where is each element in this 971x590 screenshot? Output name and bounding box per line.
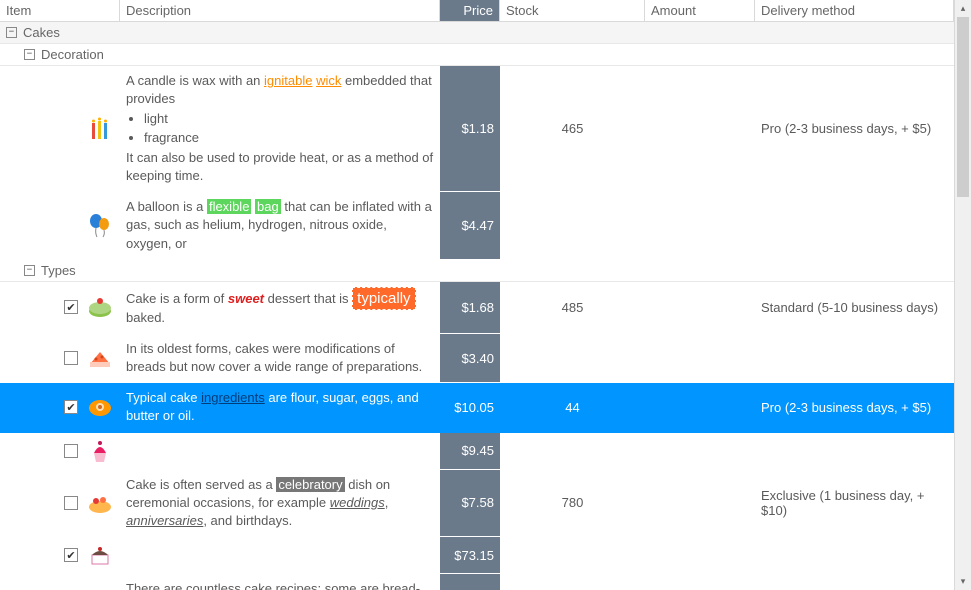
cupcake-icon xyxy=(86,437,114,465)
header-description[interactable]: Description xyxy=(120,0,440,21)
vertical-scrollbar[interactable]: ▴ ▾ xyxy=(954,0,971,590)
table-row[interactable]: ✔ $73.15 xyxy=(0,537,954,574)
description-cell: In its oldest forms, cakes were modifica… xyxy=(120,334,440,382)
header-delivery[interactable]: Delivery method xyxy=(755,0,954,21)
minus-icon[interactable]: − xyxy=(24,49,35,60)
link-wick[interactable]: wick xyxy=(316,73,341,88)
price-cell: $4.47 xyxy=(440,192,500,259)
table-row[interactable]: ✔ Cake is a form of sweet dessert that i… xyxy=(0,282,954,334)
price-cell: $73.15 xyxy=(440,537,500,573)
price-cell: $24.62 xyxy=(440,574,500,590)
minus-icon[interactable]: − xyxy=(6,27,17,38)
group-label: Cakes xyxy=(23,25,60,40)
candles-icon xyxy=(86,115,114,143)
stock-cell: 485 xyxy=(500,282,645,333)
table-row[interactable]: A candle is wax with an ignitable wick e… xyxy=(0,66,954,192)
group-label: Types xyxy=(41,263,76,278)
table-row[interactable]: $9.45 xyxy=(0,433,954,470)
description-cell: Cake is a form of sweet dessert that is … xyxy=(120,282,440,333)
delivery-cell: Pro (2-3 business days, + $5) xyxy=(755,383,954,431)
header-amount[interactable]: Amount xyxy=(645,0,755,21)
cake-slice-icon xyxy=(86,344,114,372)
header-price[interactable]: Price xyxy=(440,0,500,21)
table-row[interactable]: A balloon is a flexible bag that can be … xyxy=(0,192,954,260)
checkbox[interactable]: ✔ xyxy=(64,548,78,562)
stock-cell: 44 xyxy=(500,383,645,431)
minus-icon[interactable]: − xyxy=(24,265,35,276)
stock-cell: 465 xyxy=(500,66,645,191)
checkbox[interactable]: ✔ xyxy=(64,400,78,414)
delivery-cell: Pro (2-3 business days, + $5) xyxy=(755,66,954,191)
price-cell: $10.05 xyxy=(440,383,500,431)
delivery-cell: Standard (5-10 business days) xyxy=(755,574,954,590)
table-row[interactable]: There are countless cake recipes; some a… xyxy=(0,574,954,590)
scroll-up-icon[interactable]: ▴ xyxy=(955,0,971,17)
group-cakes[interactable]: − Cakes xyxy=(0,22,954,44)
scroll-thumb[interactable] xyxy=(957,17,969,197)
description-cell: A balloon is a flexible bag that can be … xyxy=(120,192,440,259)
cake-icon xyxy=(86,293,114,321)
checkbox[interactable] xyxy=(64,351,78,365)
price-cell: $1.18 xyxy=(440,66,500,191)
stock-cell: 780 xyxy=(500,470,645,537)
fruit-cake-icon xyxy=(86,489,114,517)
checkbox[interactable] xyxy=(64,496,78,510)
description-cell: Typical cake ingredients are flour, suga… xyxy=(120,383,440,431)
price-cell: $1.68 xyxy=(440,282,500,333)
link-ingredients[interactable]: ingredients xyxy=(201,390,265,405)
price-cell: $7.58 xyxy=(440,470,500,537)
amount-cell xyxy=(645,66,755,191)
checkbox[interactable] xyxy=(64,444,78,458)
stock-cell: 541 xyxy=(500,574,645,590)
choc-cake-icon xyxy=(86,541,114,569)
column-header-row: Item Description Price Stock Amount Deli… xyxy=(0,0,954,22)
checkbox[interactable]: ✔ xyxy=(64,300,78,314)
header-item[interactable]: Item xyxy=(0,0,120,21)
description-cell: There are countless cake recipes; some a… xyxy=(120,574,440,590)
header-stock[interactable]: Stock xyxy=(500,0,645,21)
delivery-cell: Standard (5-10 business days) xyxy=(755,282,954,333)
table-row[interactable]: Cake is often served as a celebratory di… xyxy=(0,470,954,538)
scroll-down-icon[interactable]: ▾ xyxy=(955,573,971,590)
description-cell: Cake is often served as a celebratory di… xyxy=(120,470,440,537)
balloons-icon xyxy=(86,211,114,239)
table-row-selected[interactable]: ✔ Typical cake ingredients are flour, su… xyxy=(0,383,954,432)
price-cell: $9.45 xyxy=(440,433,500,469)
group-types[interactable]: − Types xyxy=(0,260,954,282)
delivery-cell: Exclusive (1 business day, + $10) xyxy=(755,470,954,537)
table-row[interactable]: In its oldest forms, cakes were modifica… xyxy=(0,334,954,383)
link-ignitable[interactable]: ignitable xyxy=(264,73,312,88)
group-decoration[interactable]: − Decoration xyxy=(0,44,954,66)
description-cell: A candle is wax with an ignitable wick e… xyxy=(120,66,440,191)
roll-icon xyxy=(86,393,114,421)
price-cell: $3.40 xyxy=(440,334,500,382)
group-label: Decoration xyxy=(41,47,104,62)
